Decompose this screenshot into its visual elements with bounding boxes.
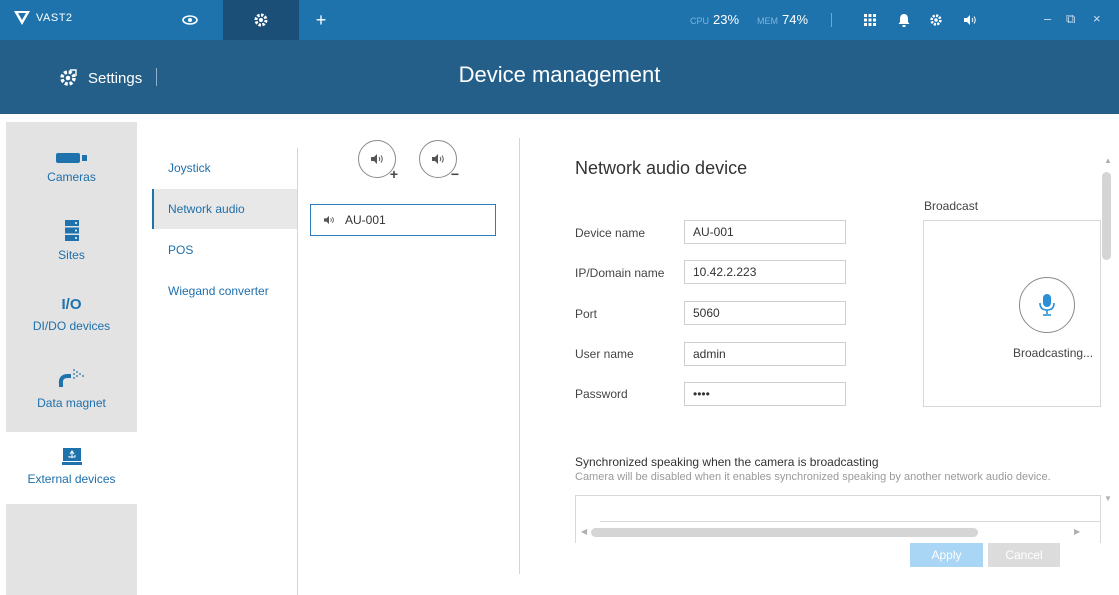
cancel-button[interactable]: Cancel [988,543,1060,567]
microphone-icon [1039,294,1055,316]
ip-domain-label: IP/Domain name [575,266,665,280]
server-icon [6,220,137,242]
memory-usage: MEM 74% [757,12,808,27]
camera-icon [6,152,137,164]
minimize-button[interactable]: – [1044,11,1051,26]
scroll-down-arrow[interactable]: ▼ [1104,494,1112,503]
subnav-network-audio[interactable]: Network audio [152,189,297,229]
nav-item-sites[interactable]: Sites [6,220,137,262]
minus-icon: − [450,166,459,182]
broadcast-panel: Broadcasting... [923,220,1101,407]
app-name: VAST2 [36,12,73,24]
user-name-input[interactable] [684,342,846,366]
camera-list-header-line [600,521,1101,522]
nav-label-sites: Sites [58,248,85,262]
cpu-value: 23% [713,12,740,27]
form-title: Network audio device [575,158,748,178]
add-audio-device-button[interactable]: + [358,140,398,182]
port-label: Port [575,307,598,321]
horizontal-scrollbar-thumb[interactable] [591,528,978,537]
topbar-divider [831,13,832,27]
column-divider [297,148,298,595]
speaker-icon [371,154,383,164]
external-device-icon [6,448,137,466]
nav-label-dido: DI/DO devices [32,319,111,333]
left-nav: Cameras Sites I/O DI/DO devices Data mag… [6,122,137,595]
remove-audio-device-button[interactable]: − [419,140,459,182]
tab-liveview[interactable] [157,0,223,40]
page-header: Settings Device management [0,40,1119,114]
plus-icon: + [389,166,398,182]
restore-button[interactable]: ⧉ [1066,11,1075,27]
app-logo: VAST2 [14,11,73,25]
subnav-wiegand-converter[interactable]: Wiegand converter [152,271,297,311]
mem-label: MEM [757,16,778,26]
grid-icon[interactable] [862,12,878,28]
nav-item-cameras[interactable]: Cameras [6,152,137,184]
sync-speaking-title: Synchronized speaking when the camera is… [575,455,879,469]
ip-domain-input[interactable] [684,260,846,284]
nav-item-external-devices[interactable]: External devices [6,432,137,504]
page-title: Device management [458,62,661,87]
password-input[interactable] [684,382,846,406]
tab-settings[interactable] [223,0,299,40]
password-label: Password [575,387,628,401]
subnav-pos[interactable]: POS [152,230,297,270]
column-divider [519,138,520,574]
device-list-item[interactable]: AU-001 [310,204,496,236]
broadcast-button[interactable] [1019,277,1075,333]
magnet-icon [6,366,137,390]
user-name-label: User name [575,347,634,361]
nav-item-dido[interactable]: I/O DI/DO devices [6,296,137,333]
nav-item-data-magnet[interactable]: Data magnet [6,366,137,410]
vertical-scrollbar-thumb[interactable] [1102,172,1111,260]
cpu-label: CPU [690,16,710,26]
subnav-joystick[interactable]: Joystick [152,148,297,188]
speaker-icon[interactable] [962,12,978,28]
device-name-label: Device name [575,226,646,240]
scroll-right-arrow[interactable]: ▶ [1074,527,1080,536]
mem-value: 74% [782,12,809,27]
eye-icon [182,15,198,25]
device-name: AU-001 [345,213,386,227]
apply-button[interactable]: Apply [910,543,983,567]
nav-label-data-magnet: Data magnet [37,396,106,410]
device-name-input[interactable] [684,220,846,244]
gear-icon [254,13,268,27]
broadcasting-status: Broadcasting... [1013,346,1094,360]
broadcast-label: Broadcast [924,199,979,213]
scroll-up-arrow[interactable]: ▲ [1104,156,1112,165]
vivotek-logo-icon [14,11,30,25]
close-button[interactable]: × [1093,11,1101,26]
add-tab-button[interactable]: + [299,0,343,40]
top-bar: VAST2 + CPU 23% MEM 74% – ⧉ × [0,0,1119,40]
cpu-usage: CPU 23% [690,12,739,27]
settings-gear-icon[interactable] [928,12,944,28]
port-input[interactable] [684,301,846,325]
speaker-icon [432,154,444,164]
io-icon: I/O [61,296,82,313]
speaker-icon [324,215,334,225]
sync-speaking-description: Camera will be disabled when it enables … [575,471,1051,483]
scroll-left-arrow[interactable]: ◀ [581,527,587,536]
nav-label-cameras: Cameras [47,170,96,184]
bell-icon[interactable] [896,12,912,28]
nav-label-external-devices: External devices [27,472,116,486]
